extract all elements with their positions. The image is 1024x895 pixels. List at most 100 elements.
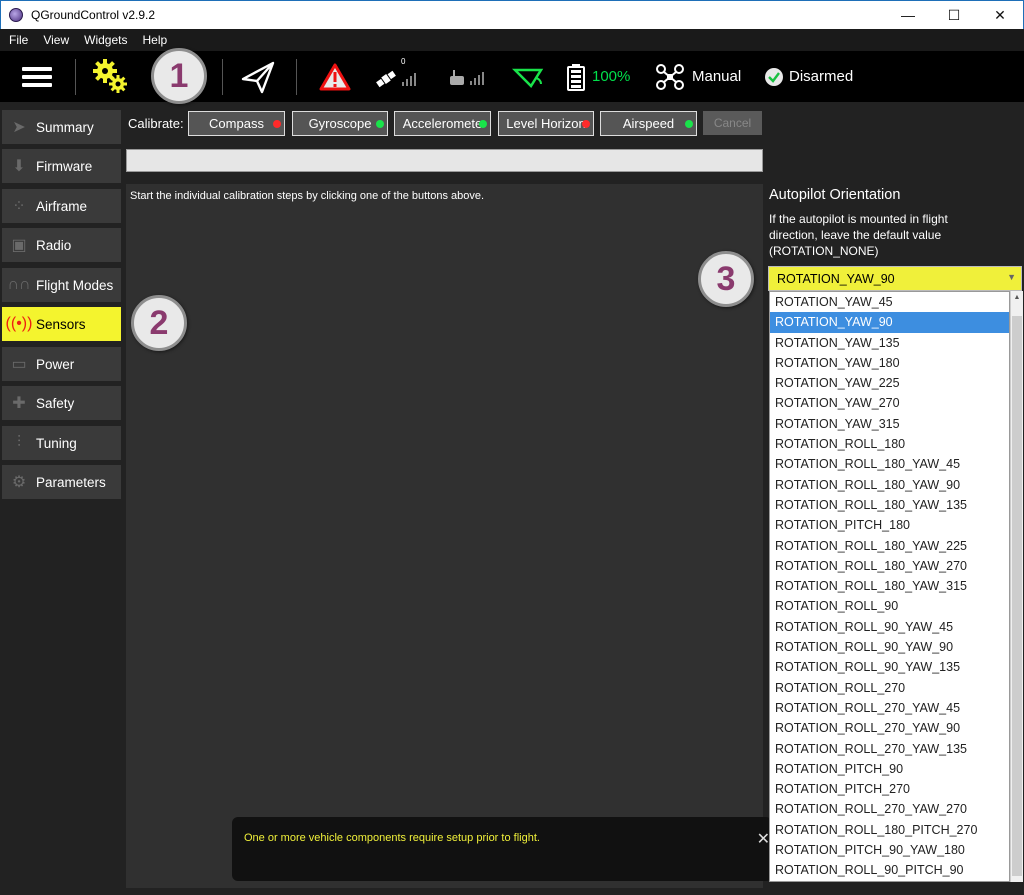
menu-file[interactable]: File (9, 33, 28, 47)
list-scrollbar[interactable]: ▲ (1010, 291, 1023, 882)
warning-icon[interactable] (318, 51, 352, 102)
orientation-option[interactable]: ROTATION_ROLL_180_YAW_45 (770, 454, 1009, 474)
orientation-option[interactable]: ROTATION_ROLL_90_YAW_135 (770, 657, 1009, 677)
sidebar-item-safety[interactable]: ✚ Safety (2, 386, 121, 420)
sensors-icon: ((•)) (5, 315, 33, 332)
orientation-option[interactable]: ROTATION_YAW_90 (770, 312, 1009, 333)
orientation-option[interactable]: ROTATION_YAW_180 (770, 353, 1009, 373)
download-icon: ⬇ (12, 158, 26, 175)
orientation-option[interactable]: ROTATION_YAW_225 (770, 373, 1009, 393)
fly-paper-plane-icon[interactable] (238, 51, 278, 102)
gears-icon: ⚙ (11, 474, 27, 491)
status-dot-green (685, 120, 693, 128)
callout-3: 3 (698, 251, 754, 307)
flight-modes-icon: ∩∩ (7, 276, 31, 293)
orientation-option[interactable]: ROTATION_ROLL_180_YAW_225 (770, 536, 1009, 556)
sidebar-item-parameters[interactable]: ⚙ Parameters (2, 465, 121, 499)
status-dot-red (273, 120, 281, 128)
notice-text: One or more vehicle components require s… (244, 832, 540, 844)
gps-satellite-icon[interactable]: 0 (374, 51, 422, 102)
callout-1: 1 (151, 48, 207, 104)
sidebar-item-tuning[interactable]: ⫶ Tuning (2, 426, 121, 460)
orientation-option[interactable]: ROTATION_ROLL_180_PITCH_270 (770, 820, 1009, 840)
orientation-selected-value: ROTATION_YAW_90 (777, 271, 895, 286)
orientation-option[interactable]: ROTATION_ROLL_270_YAW_90 (770, 718, 1009, 738)
sidebar-item-sensors[interactable]: ((•)) Sensors (2, 307, 121, 341)
orientation-option[interactable]: ROTATION_ROLL_270 (770, 678, 1009, 698)
orientation-option[interactable]: ROTATION_YAW_315 (770, 414, 1009, 434)
calibrate-label: Calibrate: (128, 116, 184, 131)
orientation-option[interactable]: ROTATION_ROLL_90_YAW_45 (770, 617, 1009, 637)
sliders-icon: ⫶ (16, 434, 21, 451)
menu-hamburger-icon[interactable] (20, 51, 54, 102)
orientation-panel: Autopilot Orientation If the autopilot i… (768, 102, 1024, 892)
close-icon[interactable]: ✕ (757, 829, 770, 849)
orientation-option[interactable]: ROTATION_YAW_270 (770, 393, 1009, 413)
menu-view[interactable]: View (43, 33, 69, 47)
orientation-option[interactable]: ROTATION_PITCH_90_YAW_180 (770, 840, 1009, 860)
scrollbar-thumb[interactable] (1012, 316, 1022, 876)
orientation-option[interactable]: ROTATION_ROLL_180_YAW_315 (770, 576, 1009, 596)
orientation-option[interactable]: ROTATION_PITCH_180 (770, 515, 1009, 535)
gps-count: 0 (401, 57, 406, 66)
compass-calibrate-button[interactable]: Compass (188, 111, 285, 136)
setup-gears-icon[interactable] (88, 51, 134, 102)
sidebar-item-firmware[interactable]: ⬇ Firmware (2, 149, 121, 183)
sidebar-item-power[interactable]: ▭ Power (2, 347, 121, 381)
orientation-description: If the autopilot is mounted in flight di… (769, 212, 948, 258)
sidebar-item-flight-modes[interactable]: ∩∩ Flight Modes (2, 268, 121, 302)
orientation-option[interactable]: ROTATION_ROLL_180_YAW_135 (770, 495, 1009, 515)
level-horizon-calibrate-button[interactable]: Level Horizon (498, 111, 594, 136)
orientation-option[interactable]: ROTATION_YAW_45 (770, 292, 1009, 312)
quadcopter-icon (656, 63, 684, 90)
scroll-up-icon[interactable]: ▲ (1011, 291, 1023, 304)
orientation-option[interactable]: ROTATION_ROLL_90 (770, 596, 1009, 616)
orientation-dropdown[interactable]: ROTATION_YAW_90 ▼ (768, 266, 1022, 291)
orientation-option[interactable]: ROTATION_ROLL_90_YAW_90 (770, 637, 1009, 657)
sidebar-item-airframe[interactable]: ⁘ Airframe (2, 189, 121, 223)
orientation-option[interactable]: ROTATION_ROLL_270_YAW_135 (770, 739, 1009, 759)
radio-icon: ▣ (11, 237, 27, 254)
battery-status[interactable]: 100% (566, 51, 638, 102)
setup-sidebar: ➤ Summary ⬇ Firmware ⁘ Airframe ▣ Radio ∩∩ Fl… (0, 102, 124, 892)
orientation-option[interactable]: ROTATION_ROLL_270_YAW_270 (770, 799, 1009, 819)
menu-help[interactable]: Help (143, 33, 168, 47)
orientation-option[interactable]: ROTATION_ROLL_180 (770, 434, 1009, 454)
window-titlebar: QGroundControl v2.9.2 — ☐ ✕ (0, 0, 1024, 29)
battery-percent: 100% (592, 68, 631, 85)
accelerometer-calibrate-button[interactable]: Acceleromete (394, 111, 491, 136)
telemetry-icon[interactable] (510, 51, 548, 102)
menubar: File View Widgets Help (0, 29, 1024, 51)
setup-notice: One or more vehicle components require s… (232, 817, 772, 881)
rc-signal-icon[interactable] (446, 51, 492, 102)
sidebar-item-radio[interactable]: ▣ Radio (2, 228, 121, 262)
orientation-option[interactable]: ROTATION_YAW_135 (770, 333, 1009, 353)
battery-icon (567, 63, 585, 91)
menu-widgets[interactable]: Widgets (84, 33, 127, 47)
sidebar-item-summary[interactable]: ➤ Summary (2, 110, 121, 144)
flight-mode-selector[interactable]: Manual (656, 51, 748, 102)
gyroscope-calibrate-button[interactable]: Gyroscope (292, 111, 388, 136)
arm-status-label: Disarmed (789, 68, 854, 85)
close-button[interactable]: ✕ (977, 1, 1023, 29)
minimize-button[interactable]: — (885, 1, 931, 29)
orientation-option[interactable]: ROTATION_ROLL_180_YAW_90 (770, 475, 1009, 495)
callout-2: 2 (131, 295, 187, 351)
maximize-button[interactable]: ☐ (931, 1, 977, 29)
orientation-option[interactable]: ROTATION_ROLL_270_YAW_45 (770, 698, 1009, 718)
paper-plane-icon: ➤ (12, 119, 26, 136)
orientation-option[interactable]: ROTATION_PITCH_90 (770, 759, 1009, 779)
calibration-progress-bar (126, 149, 763, 172)
orientation-option[interactable]: ROTATION_ROLL_180_YAW_270 (770, 556, 1009, 576)
airspeed-calibrate-button[interactable]: Airspeed (600, 111, 697, 136)
flight-mode-label: Manual (692, 68, 742, 85)
airframe-icon: ⁘ (12, 198, 26, 215)
orientation-option[interactable]: ROTATION_PITCH_270 (770, 779, 1009, 799)
arm-status[interactable]: Disarmed (764, 51, 864, 102)
status-dot-green (479, 120, 487, 128)
cancel-button[interactable]: Cancel (703, 111, 762, 135)
orientation-option[interactable]: ROTATION_ROLL_90_PITCH_90 (770, 860, 1009, 880)
battery-icon: ▭ (11, 356, 27, 373)
toolbar-divider (296, 59, 297, 95)
instruction-area: Start the individual calibration steps b… (126, 184, 763, 888)
